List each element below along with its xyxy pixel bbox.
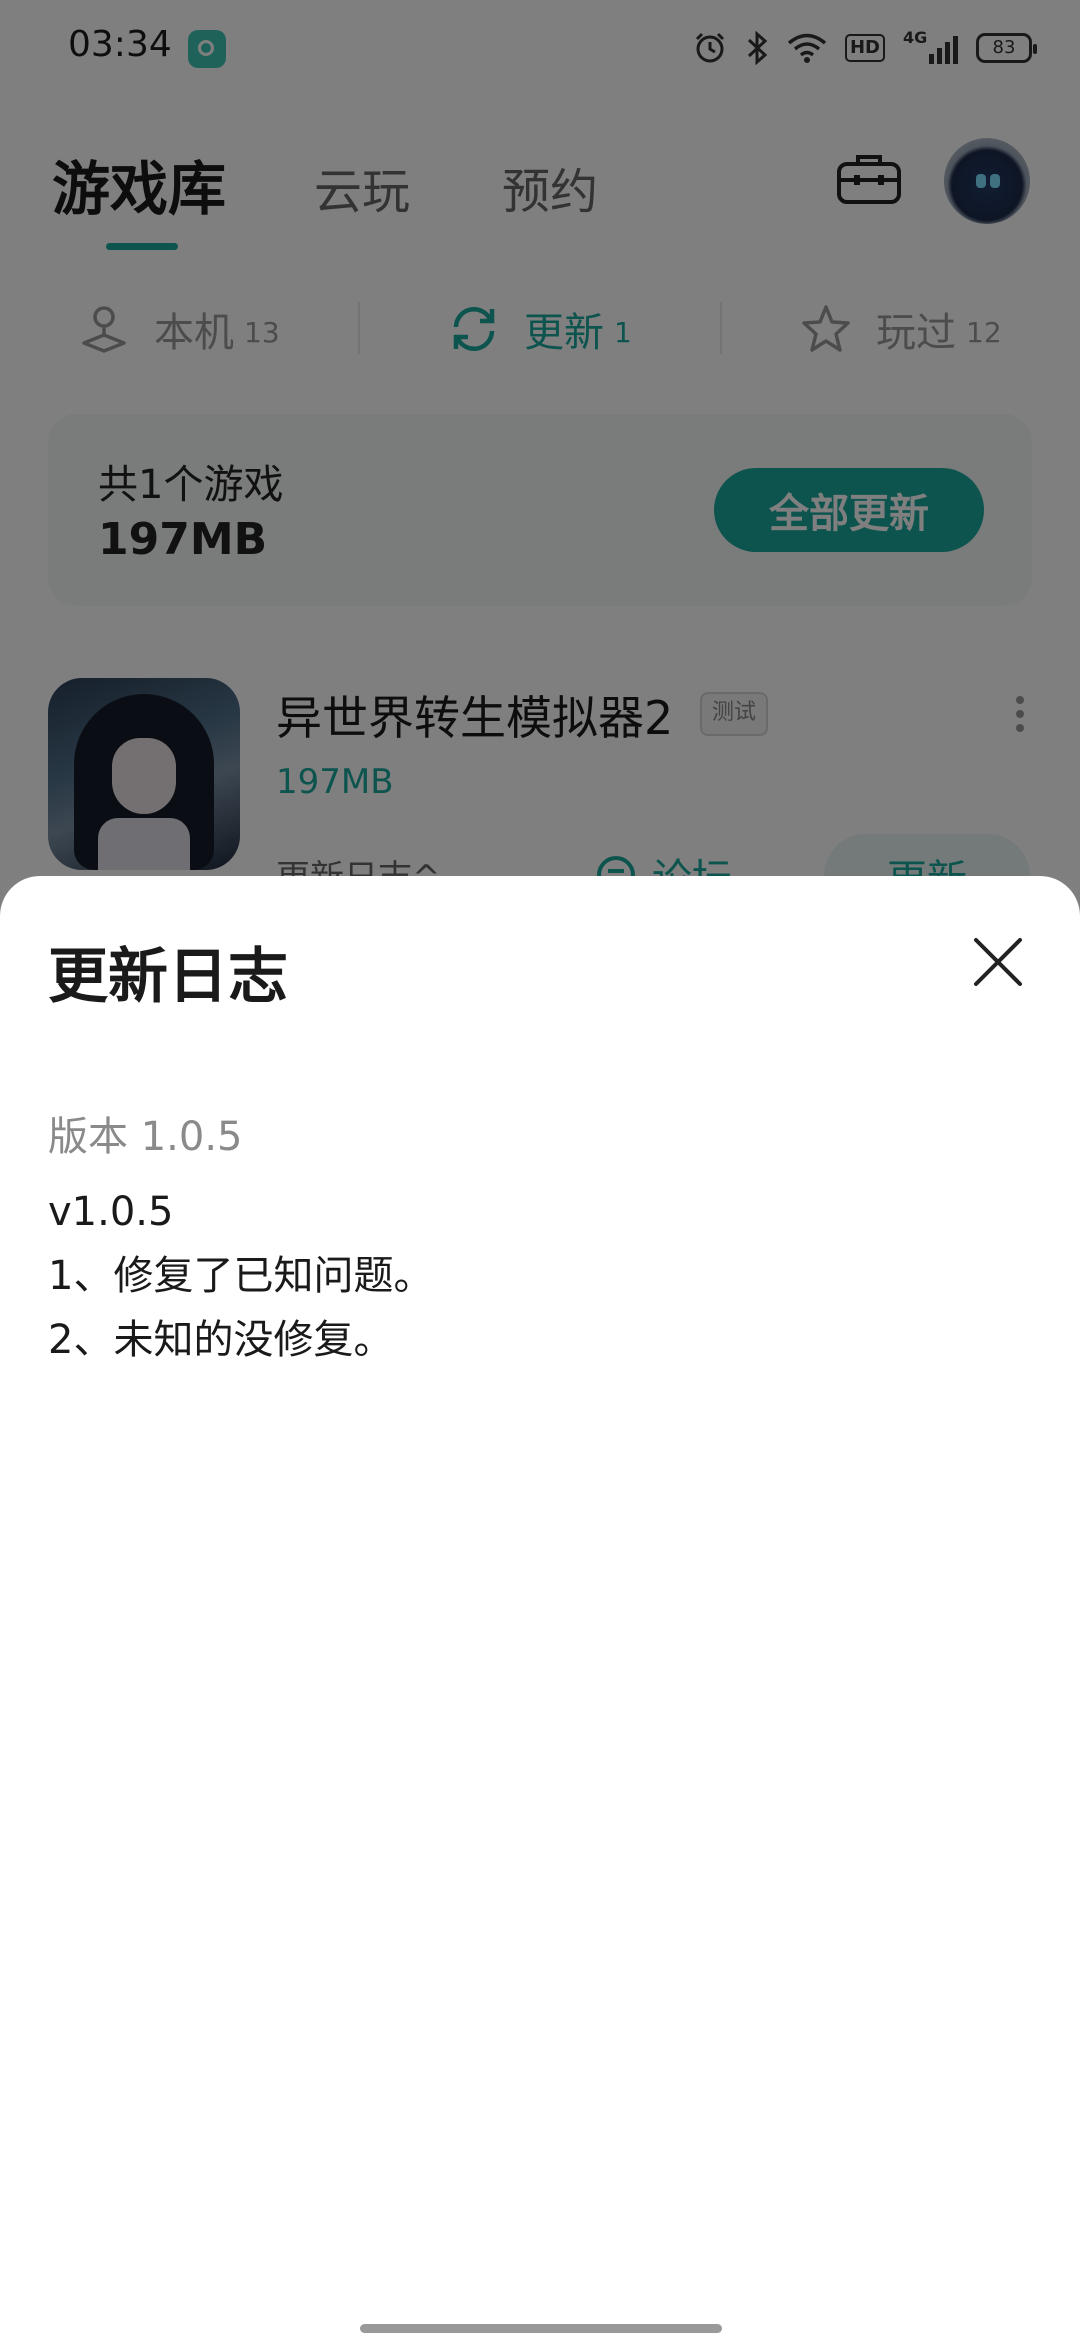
version-label: 版本 1.0.5 bbox=[48, 1114, 243, 1160]
close-icon[interactable] bbox=[970, 934, 1026, 990]
changelog-sheet bbox=[0, 876, 1080, 2340]
sheet-title: 更新日志 bbox=[48, 942, 288, 1012]
home-indicator[interactable] bbox=[360, 2324, 722, 2333]
changelog-body: v1.0.5 1、修复了已知问题。 2、未知的没修复。 bbox=[48, 1189, 434, 1363]
